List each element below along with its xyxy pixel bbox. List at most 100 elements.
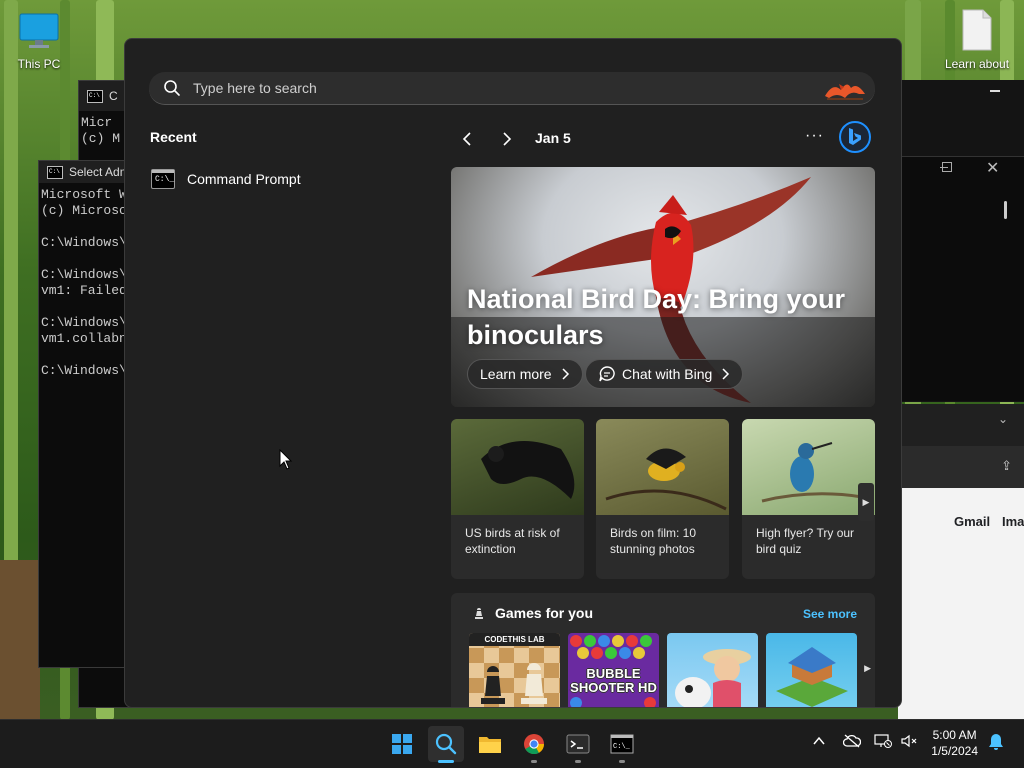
chevron-down-icon[interactable]: ⌄ — [998, 412, 1008, 426]
farmer-cow-image — [675, 649, 751, 707]
volume-button[interactable] — [901, 734, 919, 753]
news-card[interactable]: Birds on film: 10 stunning photos — [596, 419, 729, 579]
search-icon — [164, 80, 180, 96]
recent-item-command-prompt[interactable]: C:\_ Command Prompt — [151, 163, 411, 195]
svg-text:C:\_: C:\_ — [613, 743, 631, 751]
card-caption: Birds on film: 10 stunning photos — [610, 526, 697, 556]
network-button[interactable] — [874, 734, 892, 753]
news-card[interactable]: US birds at risk of extinction — [451, 419, 584, 579]
speaker-muted-icon — [901, 734, 917, 748]
chat-with-bing-label: Chat with Bing — [622, 366, 713, 382]
clock-date: 1/5/2024 — [931, 744, 978, 758]
window-title: Select Adm — [69, 165, 130, 179]
gmail-link[interactable]: Gmail — [954, 514, 990, 529]
card-caption: US birds at risk of extinction — [465, 526, 560, 556]
taskbar: C:\_ 5:00 AM 1/5/2024 — [0, 719, 1024, 768]
taskbar-search-button[interactable] — [428, 726, 464, 763]
system-clock[interactable]: 5:00 AM 1/5/2024 — [931, 727, 978, 759]
browser-window[interactable]: ⌄ ⇪ Gmail Ima — [898, 404, 1024, 720]
hummingbird-image — [761, 442, 863, 503]
bing-button[interactable] — [839, 121, 871, 153]
game-tile-chess[interactable]: CODETHIS LAB — [469, 633, 560, 707]
chat-with-bing-button[interactable]: Chat with Bing — [585, 359, 744, 389]
black-bird-image — [481, 441, 575, 499]
console-line: vm1.collabn — [41, 331, 127, 346]
mouse-cursor-icon — [279, 449, 293, 470]
file-explorer-icon — [479, 737, 501, 753]
console-line: C:\Windows\ — [41, 315, 127, 330]
chevron-left-icon — [462, 132, 471, 146]
network-disconnected-icon — [874, 734, 892, 748]
learn-more-button[interactable]: Learn more — [467, 359, 583, 389]
show-hidden-icons-button[interactable] — [812, 734, 826, 753]
maximize-icon[interactable] — [942, 162, 952, 172]
scrollbar-thumb[interactable] — [1004, 201, 1007, 219]
start-button[interactable] — [384, 726, 420, 762]
active-indicator — [438, 760, 454, 763]
goldfinch-image — [605, 448, 727, 511]
window-title: C — [109, 89, 118, 103]
desktop-icon-label: This PC — [17, 57, 61, 71]
background-window[interactable]: ✕ — [898, 80, 1024, 402]
play-arrow-icon: ▶ — [862, 496, 870, 507]
console-line: C:\Windows\ — [41, 235, 127, 250]
notifications-button[interactable] — [988, 733, 1004, 756]
console-line: vm1: Failed — [41, 283, 127, 298]
search-icon — [435, 733, 457, 755]
games-heading-label: Games for you — [495, 605, 594, 621]
game-tile-farm[interactable] — [667, 633, 758, 707]
chat-bubble-icon — [599, 366, 615, 382]
game-tile-island[interactable] — [766, 633, 857, 707]
console-line: C:\Windows\ — [41, 267, 127, 282]
browser-addressbar: ⇪ — [898, 446, 1024, 488]
more-options-button[interactable]: ··· — [805, 127, 824, 145]
running-indicator — [531, 760, 537, 763]
share-icon[interactable]: ⇪ — [1001, 458, 1012, 474]
search-flyout: Recent C:\_ Command Prompt Jan 5 ··· Nat… — [124, 38, 902, 708]
game-tile-bubble-shooter[interactable]: BUBBLE SHOOTER HD — [568, 633, 659, 707]
console-line: (c) Microso — [41, 203, 127, 218]
see-more-link[interactable]: See more — [803, 607, 857, 621]
command-prompt-icon: C:\_ — [151, 169, 175, 189]
hero-card[interactable]: National Bird Day: Bring your binoculars… — [451, 167, 875, 407]
command-prompt-button[interactable]: C:\_ — [604, 726, 640, 763]
browser-toolbar: ⌄ — [898, 404, 1024, 446]
recent-item-label: Command Prompt — [187, 171, 301, 187]
document-icon — [962, 9, 992, 51]
window-content: ✕ — [898, 156, 1024, 401]
news-card[interactable]: High flyer? Try our bird quiz — [742, 419, 875, 579]
games-next-button[interactable]: ▶ — [864, 663, 871, 674]
chrome-button[interactable] — [516, 726, 552, 763]
island-house-image — [776, 647, 848, 707]
console-line: C:\Windows\ — [41, 363, 127, 378]
cards-next-button[interactable]: ▶ — [858, 483, 874, 521]
feed-date: Jan 5 — [535, 130, 571, 146]
minimize-icon[interactable] — [990, 90, 1000, 92]
card-caption: High flyer? Try our bird quiz — [756, 526, 855, 556]
search-box[interactable] — [149, 72, 875, 105]
monitor-icon — [19, 13, 59, 48]
terminal-button[interactable] — [560, 726, 596, 763]
desktop-icon-label: Learn about — [944, 57, 1010, 71]
learn-more-label: Learn more — [480, 366, 552, 382]
close-icon[interactable]: ✕ — [986, 158, 999, 178]
file-explorer-button[interactable] — [472, 726, 508, 762]
cloud-offline-icon — [842, 734, 862, 748]
game-tile-label: CODETHIS LAB — [469, 633, 560, 646]
onedrive-button[interactable] — [842, 734, 862, 753]
images-link[interactable]: Ima — [1002, 514, 1024, 529]
command-prompt-icon: C:\_ — [610, 734, 634, 754]
next-day-button[interactable] — [495, 127, 519, 151]
chevron-right-icon — [722, 368, 730, 380]
learn-about-desktop-icon[interactable]: Learn about — [940, 8, 1014, 71]
games-section: Games for you See more CODETHIS LAB BUBB… — [451, 593, 875, 707]
previous-day-button[interactable] — [455, 127, 479, 151]
clock-time: 5:00 AM — [932, 728, 977, 742]
game-tile-label: BUBBLE SHOOTER HD — [570, 666, 657, 695]
this-pc-desktop-icon[interactable]: This PC — [12, 10, 66, 71]
search-input[interactable] — [191, 79, 795, 97]
chevron-right-icon — [503, 132, 512, 146]
